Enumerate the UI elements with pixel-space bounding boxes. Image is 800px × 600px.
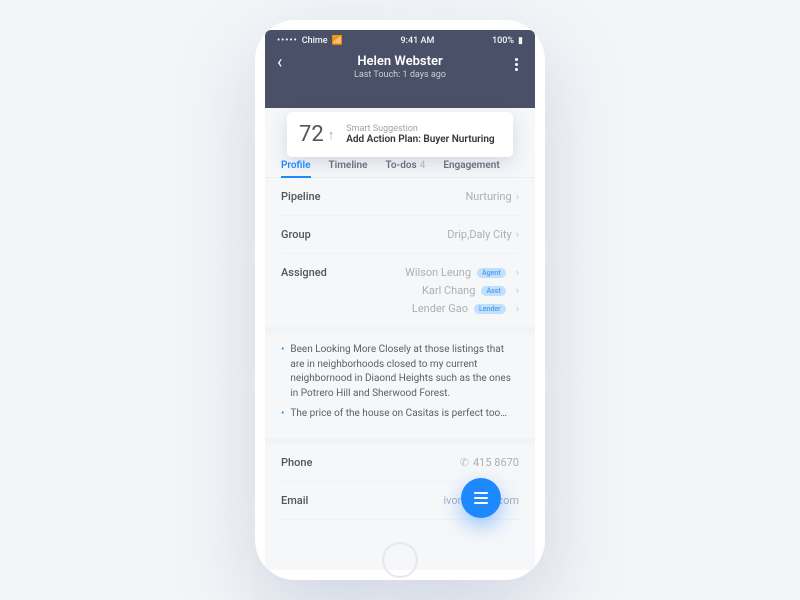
row-group[interactable]: Group Drip,Daly City› — [281, 215, 519, 253]
note-item: The price of the house on Casitas is per… — [281, 407, 519, 422]
phone-frame: ••••• Chime 📶 9:41 AM 100% ▮ ‹ Helen Web… — [255, 20, 545, 580]
status-bar: ••••• Chime 📶 9:41 AM 100% ▮ — [277, 36, 523, 46]
back-button[interactable]: ‹ — [277, 54, 282, 72]
tab-bar: Profile Timeline To-dos4 Engagement — [265, 152, 535, 178]
lead-score: 72 ↑ — [299, 122, 334, 147]
carrier-label: Chime — [302, 36, 328, 46]
profile-section: Pipeline Nurturing› Group Drip,Daly City… — [265, 178, 535, 327]
row-phone[interactable]: Phone ✆415 8670 — [281, 444, 519, 482]
note-item: Been Looking More Closely at those listi… — [281, 343, 519, 401]
chevron-right-icon: › — [516, 228, 519, 241]
signal-icon: ••••• — [277, 36, 298, 46]
arrow-up-icon: ↑ — [328, 127, 335, 143]
fab-menu-button[interactable] — [461, 478, 501, 518]
battery-label: 100% — [492, 36, 514, 46]
more-menu-button[interactable] — [509, 58, 523, 71]
last-touch-label: Last Touch: 1 days ago — [354, 70, 446, 80]
app-header: ••••• Chime 📶 9:41 AM 100% ▮ ‹ Helen Web… — [265, 30, 535, 108]
wifi-icon: 📶 — [332, 36, 343, 46]
tab-todos[interactable]: To-dos4 — [385, 152, 425, 177]
chevron-right-icon: › — [516, 190, 519, 203]
home-button[interactable] — [382, 542, 418, 578]
assignee: Wilson LeungAgent› — [405, 266, 519, 279]
contact-name: Helen Webster — [354, 54, 446, 69]
chevron-right-icon: › — [516, 266, 519, 279]
tab-timeline[interactable]: Timeline — [329, 152, 368, 177]
suggestion-action: Add Action Plan: Buyer Nurturing — [346, 134, 494, 145]
phone-icon: ✆ — [460, 456, 469, 469]
assignee: Lender GaoLender› — [412, 302, 519, 315]
row-pipeline[interactable]: Pipeline Nurturing› — [281, 178, 519, 215]
battery-icon: ▮ — [518, 36, 523, 46]
menu-icon — [474, 492, 488, 504]
screen: ••••• Chime 📶 9:41 AM 100% ▮ ‹ Helen Web… — [265, 30, 535, 570]
suggestion-label: Smart Suggestion — [346, 124, 494, 134]
row-assigned[interactable]: Assigned Wilson LeungAgent› Karl ChangAs… — [281, 253, 519, 327]
assignee: Karl ChangAsst› — [422, 284, 519, 297]
tab-profile[interactable]: Profile — [281, 152, 311, 177]
tab-engagement[interactable]: Engagement — [443, 152, 499, 177]
notes-section: Been Looking More Closely at those listi… — [265, 327, 535, 444]
clock: 9:41 AM — [401, 36, 435, 46]
smart-suggestion-card[interactable]: 72 ↑ Smart Suggestion Add Action Plan: B… — [287, 112, 513, 157]
